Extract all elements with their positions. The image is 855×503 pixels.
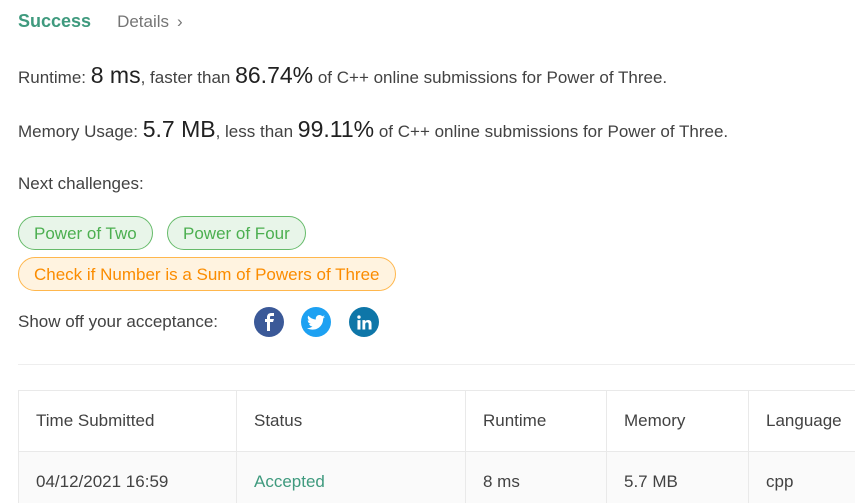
memory-label: Memory Usage: (18, 122, 143, 141)
facebook-glyph (265, 313, 274, 331)
table-header-row: Time Submitted Status Runtime Memory Lan… (18, 390, 855, 452)
column-header-time-submitted[interactable]: Time Submitted (18, 390, 237, 452)
runtime-percent: 86.74% (235, 62, 314, 88)
runtime-summary: Runtime: 8 ms, faster than 86.74% of C++… (18, 62, 667, 89)
section-divider (18, 364, 855, 365)
memory-summary: Memory Usage: 5.7 MB, less than 99.11% o… (18, 116, 728, 143)
cell-runtime: 8 ms (465, 451, 607, 503)
challenge-chip-sum-of-powers-of-three[interactable]: Check if Number is a Sum of Powers of Th… (18, 257, 396, 291)
cell-time-submitted: 04/12/2021 16:59 (18, 451, 237, 503)
challenge-chip-power-of-four[interactable]: Power of Four (167, 216, 306, 250)
memory-comparison: , less than (215, 122, 298, 141)
cell-memory: 5.7 MB (606, 451, 749, 503)
twitter-icon[interactable] (301, 307, 331, 337)
next-challenges-label: Next challenges: (18, 174, 144, 193)
result-status-title: Success (18, 11, 92, 31)
runtime-label: Runtime: (18, 68, 91, 87)
share-label: Show off your acceptance: (18, 312, 219, 331)
details-label: Details (117, 11, 170, 31)
linkedin-icon[interactable] (349, 307, 379, 337)
details-link[interactable]: Details › (117, 12, 183, 32)
result-header: Success Details › (18, 11, 183, 32)
memory-percent: 99.11% (297, 116, 375, 142)
column-header-language[interactable]: Language (748, 390, 855, 452)
linkedin-glyph (356, 314, 372, 330)
column-header-status[interactable]: Status (236, 390, 466, 452)
column-header-runtime[interactable]: Runtime (465, 390, 607, 452)
submissions-table: Time Submitted Status Runtime Memory Lan… (18, 390, 855, 503)
runtime-value: 8 ms (90, 62, 141, 88)
submission-result-page: Success Details › Runtime: 8 ms, faster … (0, 0, 855, 503)
chevron-right-icon: › (177, 11, 183, 31)
status-accepted-link[interactable]: Accepted (254, 472, 325, 491)
cell-language: cpp (748, 451, 855, 503)
column-header-memory[interactable]: Memory (606, 390, 749, 452)
table-row: 04/12/2021 16:59 Accepted 8 ms 5.7 MB cp… (18, 451, 855, 503)
cell-status: Accepted (236, 451, 466, 503)
runtime-suffix: of C++ online submissions for Power of T… (313, 68, 668, 87)
challenge-chip-power-of-two[interactable]: Power of Two (18, 216, 153, 250)
memory-suffix: of C++ online submissions for Power of T… (374, 122, 729, 141)
twitter-glyph (307, 314, 325, 330)
runtime-comparison: , faster than (140, 68, 236, 87)
facebook-icon[interactable] (254, 307, 284, 337)
memory-value: 5.7 MB (142, 116, 216, 142)
